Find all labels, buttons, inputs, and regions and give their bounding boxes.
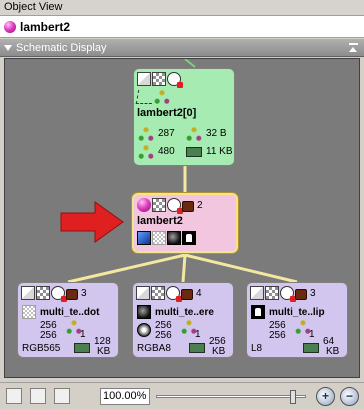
node-icons: 4: [136, 285, 230, 302]
texture-thumb-icon: [251, 305, 265, 319]
texture-thumbnails: [137, 230, 233, 246]
size-a: 32 B: [206, 128, 227, 139]
tex-format: L8: [251, 343, 263, 354]
clip-texture-icon: [182, 231, 196, 245]
grid-mode-icon[interactable]: [30, 388, 46, 404]
checker-icon: [152, 198, 166, 212]
comment-icon: [167, 198, 183, 214]
tree-icon: [186, 127, 202, 141]
dotted-texture-icon: [152, 231, 166, 245]
memory-icon: [303, 343, 319, 353]
checker-icon: [151, 286, 165, 300]
node-name: multi_te..ere: [155, 307, 214, 318]
briefcase-icon: [66, 288, 78, 300]
schematic-canvas[interactable]: lambert2[0] 287 480 32 B 11 KB 2 lambert…: [4, 58, 360, 378]
node-count: 3: [81, 287, 87, 299]
tex-size-unit: KB: [212, 346, 226, 357]
cube-icon: [21, 286, 35, 300]
comment-icon: [280, 286, 296, 302]
window-title: Object View: [0, 0, 364, 16]
cube-icon: [250, 286, 264, 300]
tex-format: RGBA8: [137, 343, 171, 354]
briefcase-icon: [182, 200, 194, 212]
tex-size-unit: KB: [326, 346, 340, 357]
texture-thumb-icon: [137, 305, 151, 319]
tex-mips: 1: [309, 329, 315, 340]
comment-icon: [167, 72, 183, 88]
triangle-count: 287: [158, 128, 175, 139]
schematic-panel-header[interactable]: Schematic Display: [0, 39, 364, 57]
material-ball-icon: [137, 198, 151, 212]
cube-icon: [136, 286, 150, 300]
wire-mid-low1: [67, 253, 186, 284]
checker-icon: [152, 72, 166, 86]
node-lambert2[interactable]: 2 lambert2: [132, 193, 238, 253]
object-header: lambert2: [0, 16, 364, 38]
triangles-icon: [138, 127, 154, 141]
memory-icon: [189, 343, 205, 353]
wire-mid-low3: [184, 253, 298, 284]
status-bar: 100.00% + −: [0, 382, 364, 409]
node-icons: 3: [250, 285, 344, 302]
zoom-slider[interactable]: [156, 390, 306, 404]
briefcase-icon: [181, 288, 193, 300]
memory-icon: [74, 343, 90, 353]
node-name: multi_te..lip: [269, 307, 325, 318]
node-name: lambert2: [137, 215, 183, 227]
zoom-out-icon[interactable]: −: [340, 387, 359, 406]
node-icons: 2: [137, 197, 233, 214]
node-texture-ere[interactable]: 4 multi_te..ere 256 256 1 RGBA8 256 KB: [132, 282, 234, 358]
list-mode-icon[interactable]: [54, 388, 70, 404]
cube-texture-icon: [137, 231, 151, 245]
comment-icon: [51, 286, 67, 302]
sphere-texture-icon: [167, 231, 181, 245]
zoom-value[interactable]: 100.00%: [100, 388, 150, 405]
vertices-icon: [138, 145, 154, 159]
layout-mode-icon[interactable]: [6, 388, 22, 404]
node-lambert2-0[interactable]: lambert2[0] 287 480 32 B 11 KB: [133, 68, 235, 166]
panel-title: Schematic Display: [16, 41, 107, 54]
tex-height: 256: [155, 330, 172, 341]
checker-icon: [265, 286, 279, 300]
node-icons-row2: [135, 89, 231, 105]
tex-height: 256: [269, 330, 286, 341]
cube-icon: [137, 72, 151, 86]
comment-icon: [166, 286, 182, 302]
wire-parent: [184, 59, 196, 68]
node-count: 2: [197, 199, 203, 211]
node-icons: [137, 71, 231, 88]
zoom-in-icon[interactable]: +: [316, 387, 335, 406]
axes-icon: [135, 90, 155, 104]
node-texture-lip[interactable]: 3 multi_te..lip 256 256 1 L8 64 KB: [246, 282, 348, 358]
tex-mips: 1: [195, 329, 201, 340]
material-ball-icon: [4, 20, 16, 33]
pointer-arrow-icon: [60, 201, 124, 243]
bones-icon: [154, 90, 170, 104]
tex-mips: 1: [80, 329, 86, 340]
vertex-count: 480: [158, 146, 175, 157]
tex-size-unit: KB: [97, 346, 111, 357]
tex-format: RGB565: [22, 343, 61, 354]
node-texture-dot[interactable]: 3 multi_te..dot 256 256 1 RGB565 128 KB: [17, 282, 119, 358]
memory-icon: [186, 147, 202, 157]
glow-thumb-icon: [137, 323, 151, 337]
node-name: lambert2[0]: [137, 107, 197, 119]
checker-icon: [36, 286, 50, 300]
wire-mid-low2: [181, 254, 187, 283]
collapse-arrow-icon[interactable]: [4, 44, 12, 51]
eject-icon[interactable]: [349, 43, 358, 52]
node-icons: 3: [21, 285, 115, 302]
briefcase-icon: [295, 288, 307, 300]
node-count: 4: [196, 287, 202, 299]
texture-thumb-icon: [22, 305, 36, 319]
tex-height: 256: [40, 330, 57, 341]
node-name: multi_te..dot: [40, 307, 100, 318]
object-name: lambert2: [20, 19, 71, 34]
zoom-slider-thumb[interactable]: [290, 390, 296, 404]
node-count: 3: [310, 287, 316, 299]
size-b: 11 KB: [206, 146, 233, 157]
